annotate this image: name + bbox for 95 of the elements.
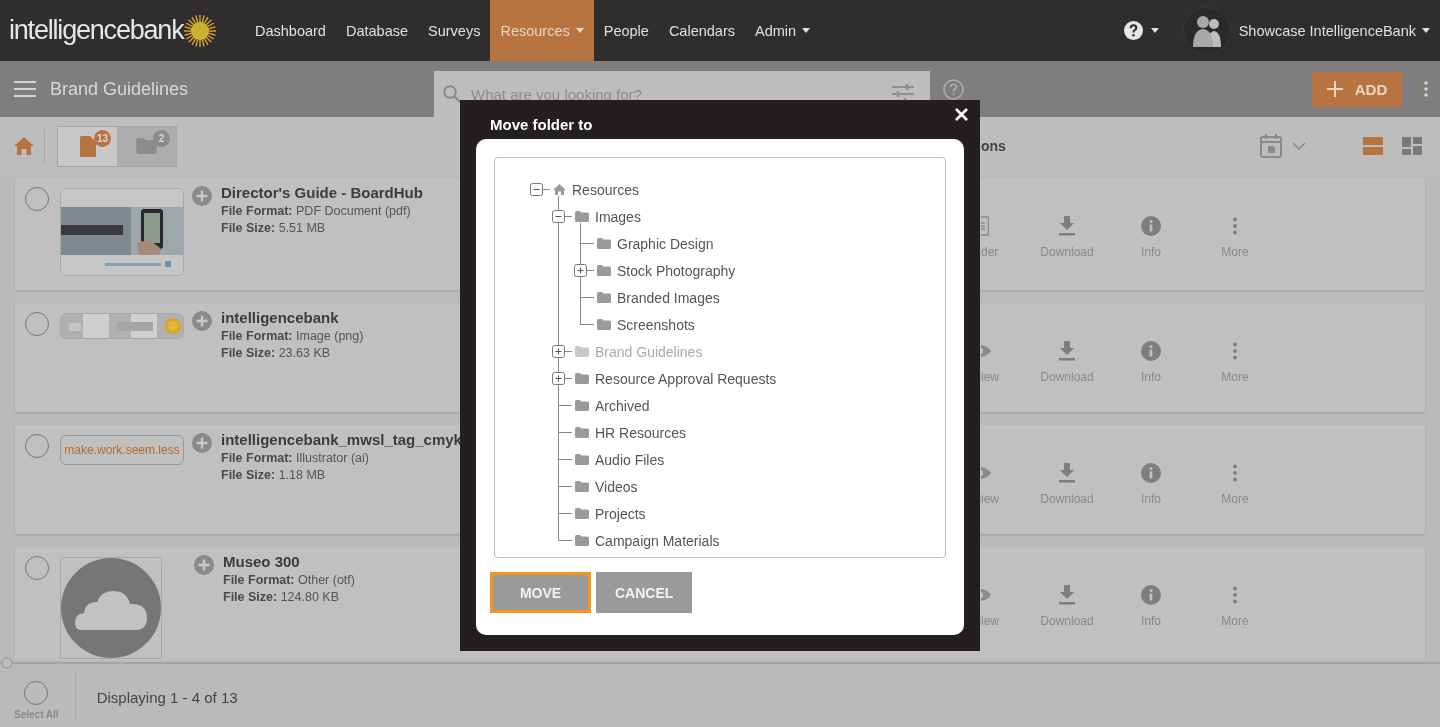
list-view-icon[interactable] (1363, 137, 1383, 155)
folder-icon (575, 481, 589, 492)
info-icon (1141, 341, 1161, 361)
file-format: File Format: PDF Document (pdf) (221, 204, 412, 218)
asset-title[interactable]: intelligencebank_mwsl_tag_cmyk (221, 431, 462, 448)
logo-wordmark: intelligencebank (9, 15, 184, 46)
folder-icon (575, 535, 589, 546)
sort-label: ons (981, 138, 1006, 154)
plus-icon (1326, 81, 1343, 97)
dialog-title: Move folder to (490, 116, 593, 133)
sun-icon (183, 13, 218, 48)
home-icon (553, 184, 566, 195)
avatar-icon[interactable] (1182, 6, 1231, 55)
results-count: Displaying 1 - 4 of 13 (96, 688, 238, 706)
tree-item[interactable]: Videos (595, 478, 638, 495)
home-icon[interactable] (14, 137, 34, 155)
calendar-icon[interactable] (1260, 134, 1282, 158)
file-format: File Format: Image (png) (221, 329, 364, 343)
count-badge: 13 (94, 129, 111, 147)
expand-toggle[interactable] (552, 372, 572, 385)
folder-icon (575, 400, 589, 411)
chevron-down-icon[interactable] (1292, 142, 1306, 150)
tree-item[interactable]: Images (595, 208, 641, 225)
folder-icon (575, 508, 589, 519)
asset-title[interactable]: Director's Guide - BoardHub (221, 184, 423, 201)
caret-icon (802, 28, 811, 33)
add-icon[interactable] (192, 311, 212, 331)
more-icon[interactable] (1424, 81, 1428, 97)
tree-item[interactable]: Stock Photography (617, 262, 736, 279)
scroll-handle[interactable] (1, 657, 13, 669)
file-size: File Size: 23.63 KB (221, 346, 332, 360)
tree-item[interactable]: Graphic Design (617, 235, 714, 252)
folder-icon (597, 319, 611, 330)
add-icon[interactable] (192, 186, 212, 206)
file-size: File Size: 5.51 MB (221, 221, 327, 235)
tree-item[interactable]: Archived (595, 397, 650, 414)
count-badge: 2 (153, 129, 170, 147)
tree-item[interactable]: Screenshots (617, 316, 695, 333)
tree-item[interactable]: Audio Files (595, 451, 665, 468)
folder-icon (136, 138, 157, 154)
folder-icon (575, 454, 589, 465)
collapse-toggle[interactable] (552, 210, 572, 223)
download-icon (1059, 216, 1075, 236)
info-icon (1141, 216, 1161, 236)
search-icon (443, 85, 461, 103)
tree-item[interactable]: Campaign Materials (595, 532, 720, 549)
caret-icon (575, 28, 584, 33)
document-icon (79, 135, 96, 157)
add-icon[interactable] (192, 433, 212, 453)
download-icon (1059, 463, 1075, 483)
folder-icon (575, 373, 589, 384)
info-icon (1141, 585, 1161, 605)
download-icon (1059, 341, 1075, 361)
file-format: File Format: Other (otf) (223, 573, 355, 587)
collapse-toggle[interactable] (530, 183, 550, 196)
folder-icon (575, 211, 589, 222)
more-icon (1233, 585, 1237, 605)
caret-icon (1150, 28, 1159, 33)
folder-icon (597, 238, 611, 249)
asset-title[interactable]: intelligencebank (221, 309, 364, 326)
file-format: File Format: Illustrator (ai) (221, 451, 370, 465)
grid-view-icon[interactable] (1402, 137, 1422, 155)
nav-item[interactable]: Admin (744, 0, 821, 61)
tree-item[interactable]: Resource Approval Requests (595, 370, 777, 387)
folder-icon (597, 265, 611, 276)
menu-icon[interactable] (14, 81, 36, 97)
folder-icon (575, 427, 589, 438)
nav-item[interactable]: Calendars (658, 0, 745, 61)
tagline-thumbnail: make.work.seem.less (64, 443, 180, 457)
caret-icon (1422, 28, 1430, 33)
folder-icon (575, 346, 589, 357)
help-icon[interactable] (1123, 21, 1143, 40)
expand-toggle[interactable] (574, 264, 594, 277)
account-menu[interactable]: Showcase IntelligenceBank (1238, 22, 1430, 39)
nav-item[interactable]: Dashboard (245, 0, 336, 61)
info-icon (1141, 463, 1161, 483)
tree-item[interactable]: Resources (572, 181, 639, 198)
add-icon[interactable] (194, 555, 214, 575)
more-icon (1233, 463, 1237, 483)
nav-item[interactable]: Surveys (418, 0, 491, 61)
download-icon (1059, 585, 1075, 605)
tree-item[interactable]: Projects (595, 505, 646, 522)
tree-item[interactable]: Branded Images (617, 289, 720, 306)
page-title: Brand Guidelines (50, 78, 190, 100)
document-icon (981, 216, 989, 236)
more-icon (1233, 341, 1237, 361)
nav-item[interactable]: People (593, 0, 659, 61)
asset-title[interactable]: Museo 300 (223, 553, 355, 570)
file-size: File Size: 1.18 MB (221, 468, 327, 482)
nav-item[interactable]: Database (335, 0, 418, 61)
folder-icon (597, 292, 611, 303)
tree-item[interactable]: HR Resources (595, 424, 687, 441)
file-size: File Size: 124.80 KB (223, 590, 341, 604)
close-icon[interactable] (955, 108, 968, 121)
more-icon (1233, 216, 1237, 236)
